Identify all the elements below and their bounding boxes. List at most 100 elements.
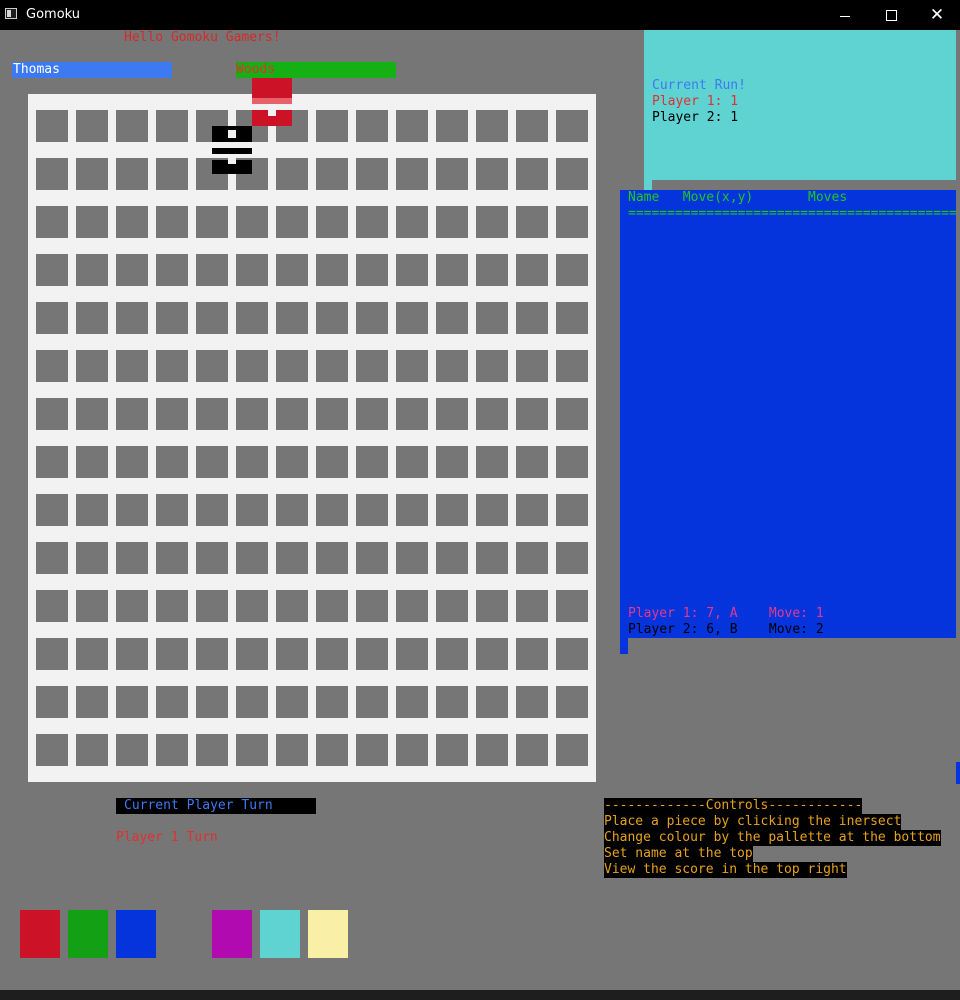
board-cell[interactable]	[116, 734, 148, 766]
board-cell[interactable]	[236, 638, 268, 670]
board-cell[interactable]	[76, 734, 108, 766]
board-cell[interactable]	[356, 494, 388, 526]
board-cell[interactable]	[36, 110, 68, 142]
board-cell[interactable]	[356, 302, 388, 334]
board-cell[interactable]	[196, 734, 228, 766]
board-cell[interactable]	[36, 254, 68, 286]
board-cell[interactable]	[356, 590, 388, 622]
board-cell[interactable]	[276, 590, 308, 622]
board-cell[interactable]	[156, 350, 188, 382]
board-cell[interactable]	[436, 110, 468, 142]
player2-name-field[interactable]: Woods	[236, 62, 396, 78]
board-cell[interactable]	[36, 302, 68, 334]
board-cell[interactable]	[236, 398, 268, 430]
board-cell[interactable]	[76, 254, 108, 286]
board-cell[interactable]	[116, 302, 148, 334]
board-cell[interactable]	[156, 686, 188, 718]
board-cell[interactable]	[116, 686, 148, 718]
board-cell[interactable]	[76, 590, 108, 622]
palette-swatch-red[interactable]	[20, 910, 60, 958]
board-cell[interactable]	[76, 446, 108, 478]
board-cell[interactable]	[516, 302, 548, 334]
board-cell[interactable]	[476, 542, 508, 574]
board-cell[interactable]	[316, 734, 348, 766]
board-cell[interactable]	[316, 206, 348, 238]
board-cell[interactable]	[196, 590, 228, 622]
palette-swatch-blue[interactable]	[116, 910, 156, 958]
board-cell[interactable]	[516, 206, 548, 238]
board-cell[interactable]	[36, 446, 68, 478]
board-cell[interactable]	[316, 110, 348, 142]
board-cell[interactable]	[356, 158, 388, 190]
board-cell[interactable]	[556, 734, 588, 766]
board-cell[interactable]	[196, 446, 228, 478]
board-cell[interactable]	[356, 734, 388, 766]
board-cell[interactable]	[156, 302, 188, 334]
board-cell[interactable]	[156, 446, 188, 478]
board-cell[interactable]	[316, 542, 348, 574]
board-cell[interactable]	[156, 110, 188, 142]
board-cell[interactable]	[436, 638, 468, 670]
board-cell[interactable]	[236, 734, 268, 766]
board-cell[interactable]	[236, 302, 268, 334]
board-cell[interactable]	[116, 350, 148, 382]
board-cell[interactable]	[396, 494, 428, 526]
board-cell[interactable]	[356, 398, 388, 430]
board-cell[interactable]	[36, 686, 68, 718]
board-cell[interactable]	[76, 494, 108, 526]
board-cell[interactable]	[356, 206, 388, 238]
board-cell[interactable]	[156, 158, 188, 190]
board-cell[interactable]	[516, 446, 548, 478]
board-cell[interactable]	[476, 350, 508, 382]
board-cell[interactable]	[316, 446, 348, 478]
board-cell[interactable]	[36, 206, 68, 238]
board-cell[interactable]	[316, 158, 348, 190]
board-cell[interactable]	[116, 110, 148, 142]
board-cell[interactable]	[276, 734, 308, 766]
board-cell[interactable]	[556, 686, 588, 718]
board-cell[interactable]	[276, 254, 308, 286]
board-cell[interactable]	[436, 494, 468, 526]
board-cell[interactable]	[76, 206, 108, 238]
board-cell[interactable]	[476, 494, 508, 526]
board-cell[interactable]	[356, 638, 388, 670]
board-cell[interactable]	[436, 350, 468, 382]
board-cell[interactable]	[316, 398, 348, 430]
board-cell[interactable]	[316, 254, 348, 286]
board-cell[interactable]	[76, 398, 108, 430]
palette-swatch-green[interactable]	[68, 910, 108, 958]
board-cell[interactable]	[196, 686, 228, 718]
board-cell[interactable]	[76, 638, 108, 670]
board-cell[interactable]	[116, 590, 148, 622]
board-cell[interactable]	[156, 398, 188, 430]
board-cell[interactable]	[436, 734, 468, 766]
board-cell[interactable]	[356, 350, 388, 382]
board-cell[interactable]	[516, 350, 548, 382]
board-cell[interactable]	[156, 494, 188, 526]
board-cell[interactable]	[396, 590, 428, 622]
board-cell[interactable]	[316, 638, 348, 670]
board-cell[interactable]	[156, 254, 188, 286]
board-cell[interactable]	[276, 158, 308, 190]
board-cell[interactable]	[476, 446, 508, 478]
board-cell[interactable]	[396, 158, 428, 190]
board-cell[interactable]	[236, 542, 268, 574]
board-cell[interactable]	[476, 302, 508, 334]
board-cell[interactable]	[276, 638, 308, 670]
board-cell[interactable]	[436, 446, 468, 478]
board-cell[interactable]	[356, 542, 388, 574]
board-cell[interactable]	[36, 158, 68, 190]
board-cell[interactable]	[236, 350, 268, 382]
palette-swatch-yellow[interactable]	[308, 910, 348, 958]
board-cell[interactable]	[396, 110, 428, 142]
board-cell[interactable]	[556, 254, 588, 286]
board-cell[interactable]	[516, 590, 548, 622]
board-cell[interactable]	[516, 494, 548, 526]
board-cell[interactable]	[116, 158, 148, 190]
board-cell[interactable]	[276, 206, 308, 238]
board-cell[interactable]	[516, 686, 548, 718]
board-cell[interactable]	[156, 206, 188, 238]
game-board[interactable]	[28, 94, 596, 782]
board-cell[interactable]	[396, 734, 428, 766]
board-cell[interactable]	[156, 638, 188, 670]
